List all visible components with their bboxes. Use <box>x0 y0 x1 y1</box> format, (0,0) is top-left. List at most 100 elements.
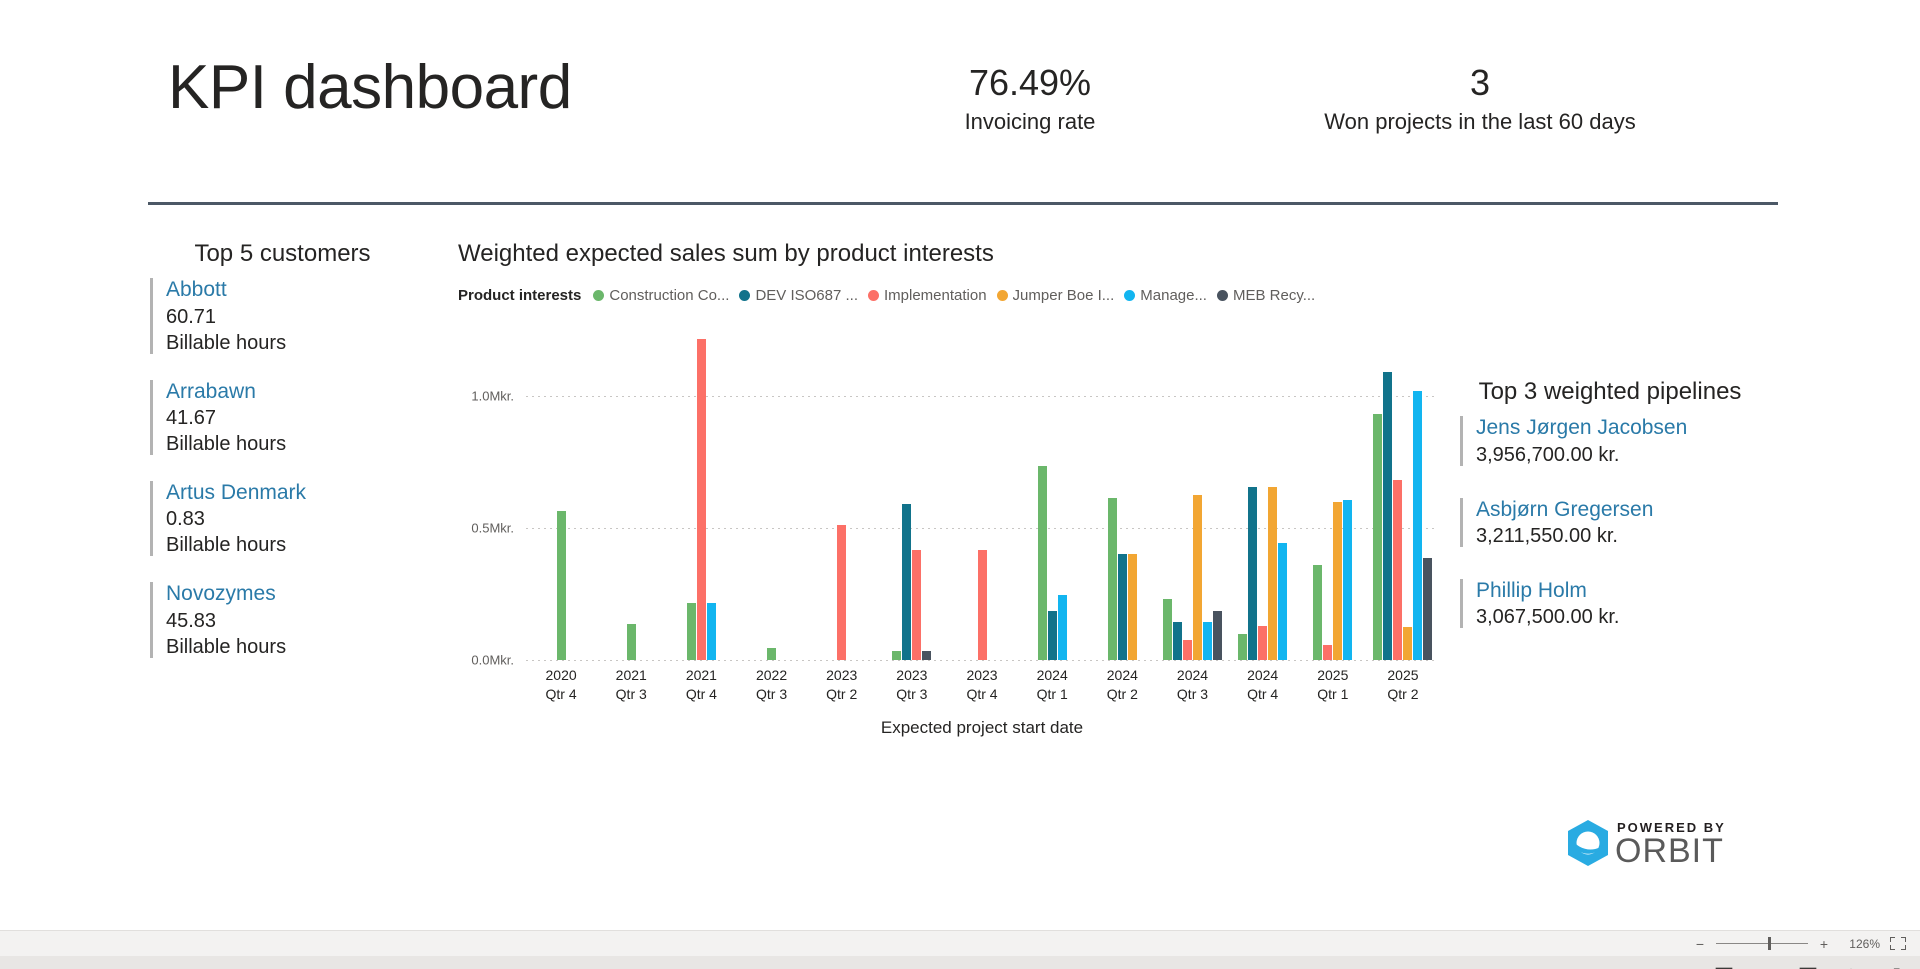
bar-group[interactable] <box>1228 330 1298 660</box>
gridline <box>526 660 1438 661</box>
zoom-slider[interactable] <box>1716 943 1808 944</box>
bar[interactable] <box>1128 554 1137 660</box>
bar[interactable] <box>892 651 901 660</box>
bar-group[interactable] <box>596 330 666 660</box>
zoom-toolbar[interactable]: − + 126% <box>0 930 1920 956</box>
bar[interactable] <box>1383 372 1392 660</box>
bar-group[interactable] <box>1298 330 1368 660</box>
bar[interactable] <box>1373 414 1382 660</box>
bar[interactable] <box>687 603 696 660</box>
y-axis-tick-label: 0.5Mkr. <box>471 521 514 536</box>
bar[interactable] <box>1193 495 1202 660</box>
bar[interactable] <box>627 624 636 660</box>
customer-card[interactable]: Abbott60.71Billable hours <box>150 276 415 355</box>
customer-card[interactable]: Arrabawn41.67Billable hours <box>150 378 415 457</box>
kpi-card-won-projects[interactable]: 3 Won projects in the last 60 days <box>1230 62 1730 135</box>
bar[interactable] <box>902 504 911 660</box>
bar-group[interactable] <box>1017 330 1087 660</box>
pipeline-card[interactable]: Asbjørn Gregersen3,211,550.00 kr. <box>1460 496 1760 549</box>
legend-caption: Product interests <box>458 287 581 304</box>
bar-group[interactable] <box>947 330 1017 660</box>
bar-group[interactable] <box>736 330 806 660</box>
bar[interactable] <box>1403 627 1412 660</box>
legend-item[interactable]: Manage... <box>1124 287 1207 304</box>
x-axis-tick-line: 2024 <box>1017 666 1087 685</box>
bar[interactable] <box>1333 502 1342 660</box>
x-axis-tick-line: 2025 <box>1368 666 1438 685</box>
bar[interactable] <box>767 648 776 660</box>
orbit-logo: POWERED BY ORBIT <box>1565 818 1740 874</box>
bar[interactable] <box>1183 640 1192 660</box>
bar[interactable] <box>1213 611 1222 660</box>
bar-group[interactable] <box>1368 330 1438 660</box>
bar[interactable] <box>1313 565 1322 660</box>
plot-canvas <box>526 330 1438 660</box>
bar[interactable] <box>1118 554 1127 660</box>
x-axis-tick-label: 2024Qtr 4 <box>1228 666 1298 712</box>
bar[interactable] <box>1413 391 1422 660</box>
zoom-out-button[interactable]: − <box>1694 936 1706 952</box>
bar[interactable] <box>1038 466 1047 660</box>
x-axis-tick-line: 2022 <box>736 666 806 685</box>
bar[interactable] <box>912 550 921 660</box>
customer-card-unit: Billable hours <box>166 431 415 457</box>
bar[interactable] <box>697 339 706 660</box>
x-axis-tick-line: 2024 <box>1087 666 1157 685</box>
legend-item[interactable]: MEB Recy... <box>1217 287 1315 304</box>
x-axis-tick-label: 2024Qtr 3 <box>1157 666 1227 712</box>
status-bar-clip: Microsoft Power BI <box>0 956 1920 969</box>
bar[interactable] <box>1173 622 1182 660</box>
bar-group[interactable] <box>526 330 596 660</box>
customer-card-value: 41.67 <box>166 405 415 431</box>
legend-item[interactable]: Implementation <box>868 287 987 304</box>
bar[interactable] <box>1258 626 1267 660</box>
customer-card[interactable]: Artus Denmark0.83Billable hours <box>150 479 415 558</box>
bar[interactable] <box>1238 634 1247 660</box>
x-axis-tick-label: 2024Qtr 1 <box>1017 666 1087 712</box>
bar-group[interactable] <box>1087 330 1157 660</box>
pipeline-card[interactable]: Phillip Holm3,067,500.00 kr. <box>1460 577 1760 630</box>
bar[interactable] <box>1203 622 1212 660</box>
fit-to-page-icon[interactable] <box>1890 937 1906 950</box>
customer-card-unit: Billable hours <box>166 330 415 356</box>
x-axis-tick-line: Qtr 2 <box>1087 685 1157 704</box>
bar[interactable] <box>837 525 846 660</box>
zoom-in-button[interactable]: + <box>1818 936 1830 952</box>
bar[interactable] <box>1393 480 1402 660</box>
bar-group[interactable] <box>877 330 947 660</box>
customer-card-name: Abbott <box>166 276 415 303</box>
bar-group[interactable] <box>1157 330 1227 660</box>
bar[interactable] <box>1108 498 1117 660</box>
bar[interactable] <box>1268 487 1277 660</box>
legend-item[interactable]: DEV ISO687 ... <box>739 287 858 304</box>
y-axis-tick-label: 1.0Mkr. <box>471 389 514 404</box>
bar[interactable] <box>557 511 566 660</box>
bar[interactable] <box>922 651 931 660</box>
chart-legend[interactable]: Product interests Construction Co... DEV … <box>458 284 1438 306</box>
legend-item[interactable]: Jumper Boe I... <box>997 287 1115 304</box>
powerbi-report-window: KPI dashboard 76.49% Invoicing rate 3 Wo… <box>0 0 1920 969</box>
bar[interactable] <box>1058 595 1067 660</box>
bar[interactable] <box>1323 645 1332 660</box>
bar-group[interactable] <box>807 330 877 660</box>
bar[interactable] <box>978 550 987 660</box>
bar-group[interactable] <box>666 330 736 660</box>
kpi-card-invoicing-rate[interactable]: 76.49% Invoicing rate <box>900 62 1160 135</box>
bar[interactable] <box>1278 543 1287 660</box>
zoom-slider-thumb[interactable] <box>1768 937 1771 950</box>
bar[interactable] <box>707 603 716 660</box>
weighted-sales-chart[interactable]: Weighted expected sales sum by product i… <box>458 240 1438 750</box>
x-axis-tick-line: 2021 <box>596 666 666 685</box>
bar[interactable] <box>1163 599 1172 660</box>
report-canvas: KPI dashboard 76.49% Invoicing rate 3 Wo… <box>0 0 1920 930</box>
bar[interactable] <box>1343 500 1352 660</box>
bar[interactable] <box>1423 558 1432 660</box>
legend-item[interactable]: Construction Co... <box>593 287 729 304</box>
bar[interactable] <box>1248 487 1257 660</box>
x-axis-tick-line: Qtr 3 <box>877 685 947 704</box>
customer-card[interactable]: Novozymes45.83Billable hours <box>150 580 415 659</box>
pipeline-card-value: 3,211,550.00 kr. <box>1476 523 1760 549</box>
chart-title: Weighted expected sales sum by product i… <box>458 240 1438 268</box>
pipeline-card[interactable]: Jens Jørgen Jacobsen3,956,700.00 kr. <box>1460 414 1760 467</box>
bar[interactable] <box>1048 611 1057 660</box>
